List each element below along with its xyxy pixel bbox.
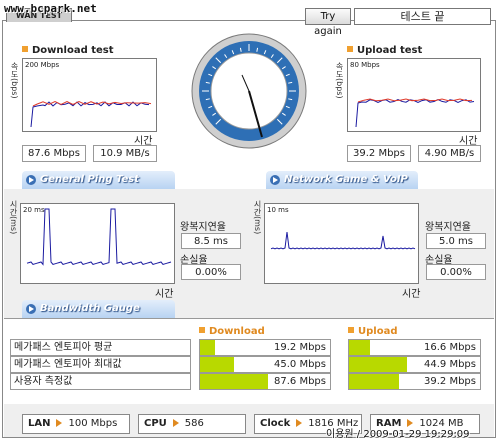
upload-bytes-value: 4.90 MB/s — [418, 145, 481, 162]
watermark: www.bcpark.net — [4, 2, 97, 15]
download-y-axis-label: 속도(bps) — [10, 62, 19, 99]
download-test-title: Download test — [22, 45, 114, 56]
gauge-fill — [349, 340, 371, 355]
game-chart: 10 ms — [264, 203, 419, 284]
upload-chart: 80 Mbps — [347, 58, 481, 132]
orange-triangle-icon — [296, 419, 303, 427]
gauge-upload-bar: 16.6 Mbps — [348, 339, 481, 356]
gauge-upload-bar: 39.2 Mbps — [348, 373, 481, 390]
ping-test-band: General Ping Test — [22, 171, 175, 189]
download-y-max-label: 200 Mbps — [25, 61, 60, 69]
gauge-fill — [200, 340, 215, 355]
gauge-fill — [200, 374, 268, 389]
game-test-band: Network Game & VoIP Test — [266, 171, 418, 203]
ping-latency-label: 왕복지연율 — [180, 222, 226, 233]
gauge-row-label: 사용자 측정값 — [10, 373, 191, 390]
game-latency-value: 5.0 ms — [426, 233, 486, 249]
download-chart: 200 Mbps — [22, 58, 157, 132]
upload-y-axis-label: 속도(bps) — [335, 62, 344, 99]
arrow-circle-icon — [270, 175, 280, 185]
game-latency-label: 왕복지연율 — [425, 222, 471, 233]
gauge-row-label: 메가패스 엔토피아 최대값 — [10, 356, 191, 373]
ping-y-axis-label: 시간(ms) — [9, 200, 18, 235]
download-speed-series — [30, 101, 150, 128]
gauge-row-label: 메가패스 엔토피아 평균 — [10, 339, 191, 356]
game-y-max-label: 10 ms — [267, 206, 289, 214]
ping-latency-value: 8.5 ms — [181, 233, 241, 249]
orange-square-icon — [199, 327, 205, 333]
upload-y-max-label: 80 Mbps — [350, 61, 380, 69]
upload-test-title: Upload test — [347, 45, 422, 56]
arrow-circle-icon — [26, 175, 36, 185]
gauge-download-bar: 45.0 Mbps — [199, 356, 331, 373]
upload-speed-series — [355, 98, 475, 128]
gauge-upload-header: Upload — [348, 326, 397, 337]
lan-info: LAN 100 Mbps — [22, 414, 130, 434]
speedometer-gauge-icon — [191, 33, 307, 149]
gauge-upload-bar: 44.9 Mbps — [348, 356, 481, 373]
download-speed-value: 87.6 Mbps — [22, 145, 86, 162]
ping-y-max-label: 20 ms — [23, 206, 45, 214]
gauge-fill — [200, 357, 235, 372]
upload-speed-value: 39.2 Mbps — [347, 145, 411, 162]
orange-triangle-icon — [172, 419, 179, 427]
gauge-fill — [349, 357, 407, 372]
orange-square-icon — [22, 46, 28, 52]
game-latency-series — [270, 231, 416, 250]
cpu-info: CPU 586 — [138, 414, 246, 434]
game-y-axis-label: 시간(ms) — [253, 200, 262, 235]
orange-square-icon — [348, 327, 354, 333]
arrow-circle-icon — [26, 304, 36, 314]
gauge-download-bar: 87.6 Mbps — [199, 373, 331, 390]
orange-triangle-icon — [56, 419, 63, 427]
ping-latency-series — [26, 208, 172, 266]
bandwidth-gauge-band: Bandwidth Gauge — [22, 300, 175, 318]
download-bytes-value: 10.9 MB/s — [93, 145, 157, 162]
game-x-axis-label: 시간 — [402, 289, 421, 300]
gauge-fill — [349, 374, 400, 389]
ping-loss-value: 0.00% — [181, 264, 241, 280]
orange-square-icon — [347, 46, 353, 52]
ping-chart: 20 ms — [20, 203, 175, 284]
try-again-button[interactable]: Try again — [305, 8, 351, 37]
credit-text: 이용원 / 2009-01-29 19:29:09 — [326, 429, 470, 440]
gauge-download-bar: 19.2 Mbps — [199, 339, 331, 356]
status-text: 테스트 끝 — [354, 8, 491, 25]
gauge-download-header: Download — [199, 326, 265, 337]
game-loss-value: 0.00% — [426, 264, 486, 280]
ping-x-axis-label: 시간 — [155, 289, 174, 300]
